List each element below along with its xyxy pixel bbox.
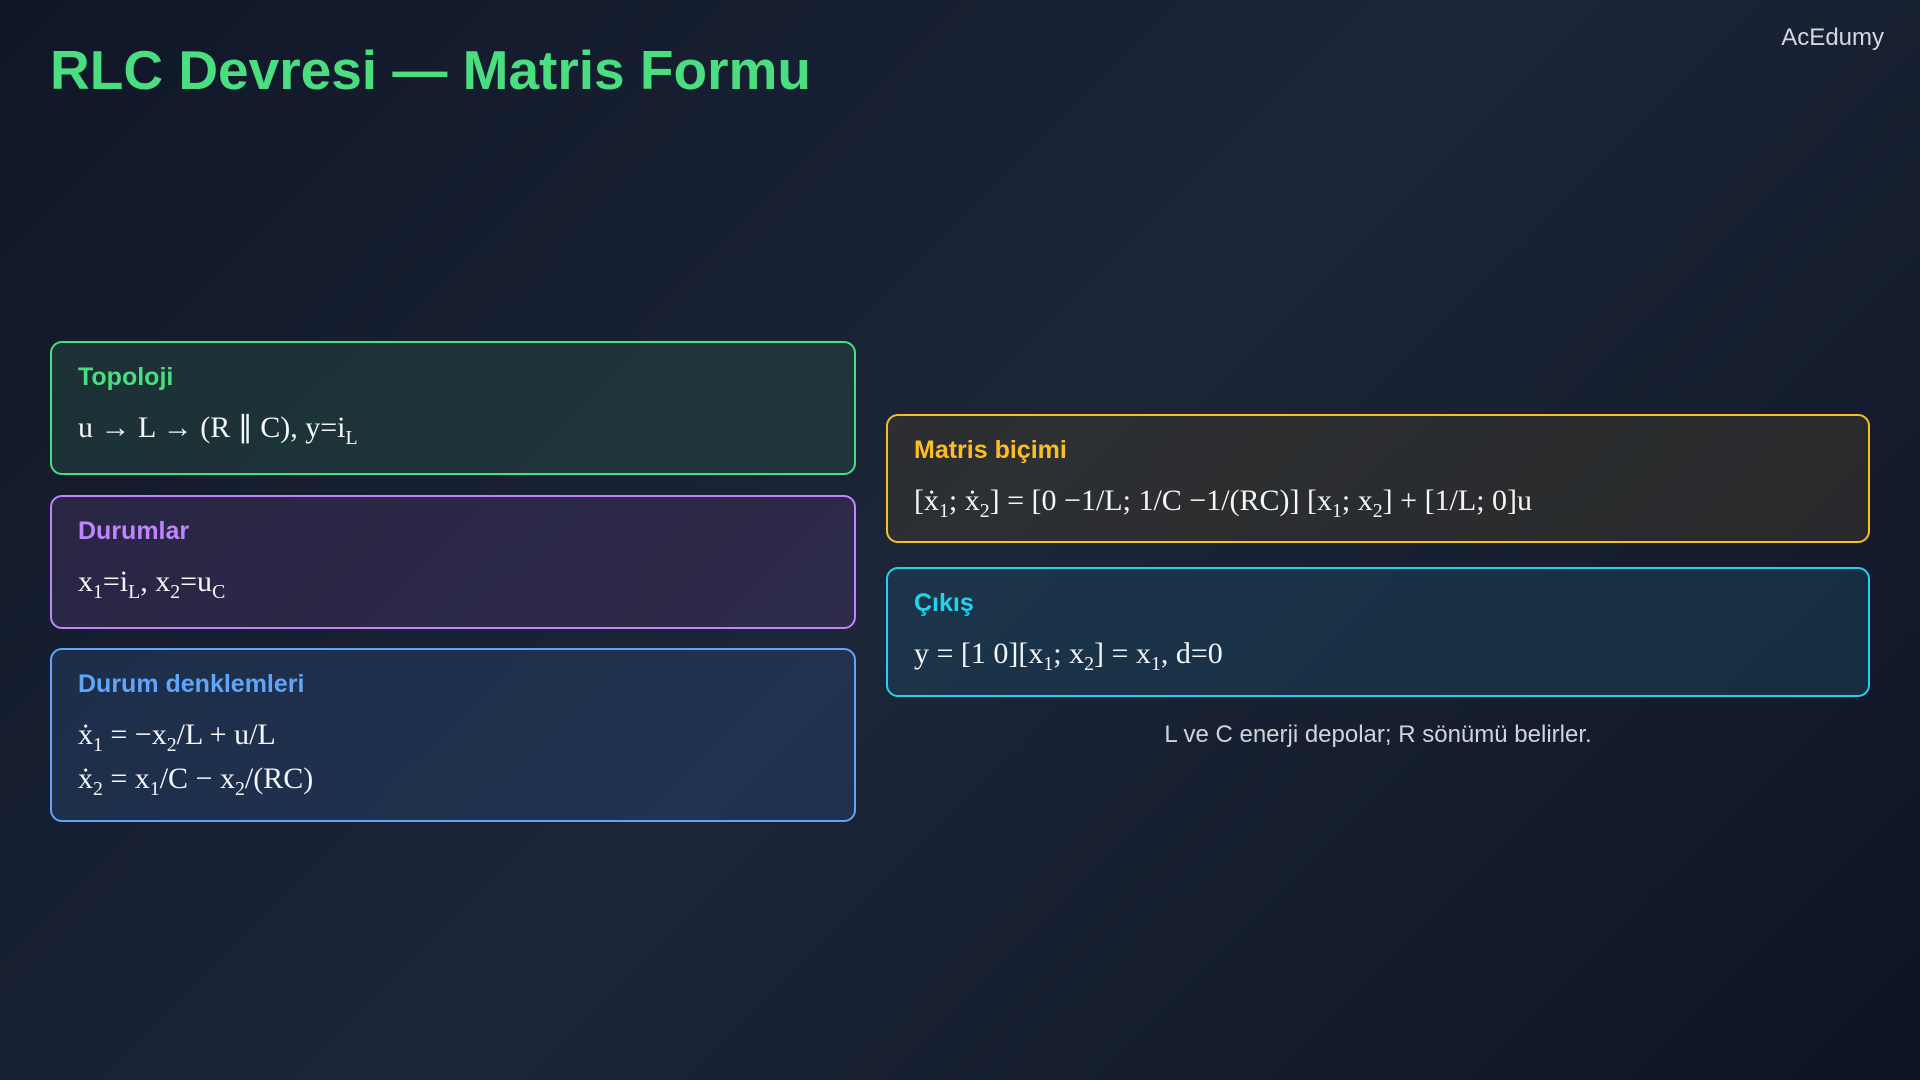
state-equations-label: Durum denklemleri [78,670,305,698]
brand-name: AcEdumy [1781,24,1884,51]
subscript: 1 [1043,653,1054,675]
subscript: 1 [1150,653,1161,675]
subscript: 2 [234,778,245,800]
state-equation-2: ẋ2 = x1/C − x2/(RC) [78,762,314,800]
state-equations-card: Durum denklemleri ẋ1 = −x2/L + u/L ẋ2 = … [50,648,856,822]
output-card: Çıkış y = [1 0][x1; x2] = x1, d=0 [886,567,1870,697]
page-title: RLC Devresi — Matris Formu [50,39,812,101]
matrix-form-card: Matris biçimi [ẋ1; ẋ2] = [0 −1/L; 1/C −1… [886,414,1870,543]
topology-formula: u → L → (R ∥ C), y=iL [78,411,358,449]
subscript: 1 [1332,500,1342,522]
subscript: 2 [93,778,103,800]
subscript: 1 [93,734,103,756]
topology-card: Topoloji u → L → (R ∥ C), y=iL [50,341,856,475]
output-label: Çıkış [914,589,974,617]
subscript: L [345,427,358,449]
states-formula: x1=iL, x2=uC [78,565,226,603]
states-label: Durumlar [78,517,190,545]
subscript: 1 [93,581,103,603]
matrix-form-label: Matris biçimi [914,436,1067,464]
subscript: 1 [149,778,160,800]
subscript: C [212,581,226,603]
subscript: 2 [1372,500,1383,522]
states-card: Durumlar x1=iL, x2=uC [50,495,856,629]
subscript: 2 [170,581,181,603]
subscript: 1 [939,500,949,522]
footnote: L ve C enerji depolar; R sönümü belirler… [1164,721,1592,748]
matrix-form-formula: [ẋ1; ẋ2] = [0 −1/L; 1/C −1/(RC)] [x1; x2… [914,484,1533,522]
output-formula: y = [1 0][x1; x2] = x1, d=0 [914,637,1223,675]
subscript: 2 [166,734,177,756]
subscript: L [128,581,141,603]
subscript: 2 [979,500,990,522]
subscript: 2 [1084,653,1095,675]
state-equation-1: ẋ1 = −x2/L + u/L [78,718,276,756]
topology-label: Topoloji [78,363,174,391]
